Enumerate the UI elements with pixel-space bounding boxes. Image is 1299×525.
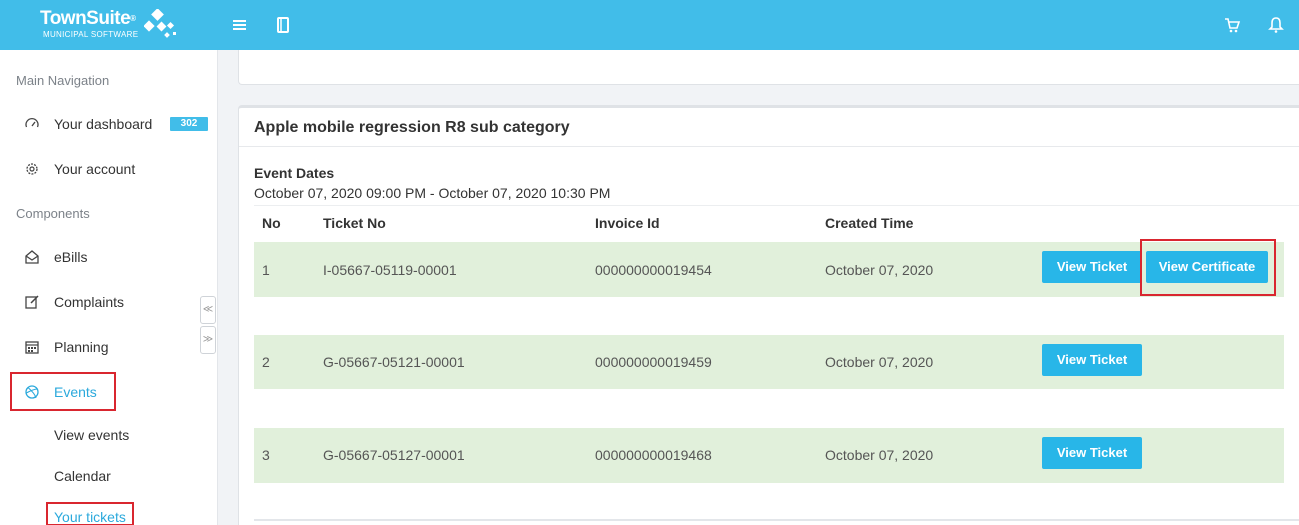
top-bar: TownSuite® MUNICIPAL SOFTWARE [0,0,1299,50]
sidebar-item-planning[interactable]: Planning [16,334,212,360]
sidebar: Main Navigation Your dashboard 302 Your … [0,50,218,525]
scroll-down-button[interactable]: ≫ [200,326,216,354]
column-header-ticket-no: Ticket No [323,215,386,231]
row-created-time: October 07, 2020 [825,262,934,278]
sidebar-item-label: Your account [54,161,136,177]
event-title: Apple mobile regression R8 sub category [254,119,570,136]
edit-icon [25,295,39,309]
dashboard-count-badge: 302 [170,117,208,131]
panel-divider [239,146,1299,147]
column-header-created-time: Created Time [825,215,914,231]
calendar-grid-icon [25,341,39,354]
row-no: 2 [262,354,270,370]
sidebar-subitem-calendar[interactable]: Calendar [54,468,111,484]
events-highlight-box [10,372,116,411]
sidebar-item-label: Planning [54,339,109,355]
sidebar-item-account[interactable]: Your account [16,156,212,182]
view-ticket-button[interactable]: View Ticket [1042,344,1142,376]
sidebar-item-ebills[interactable]: eBills [16,244,212,270]
components-header: Components [16,206,90,221]
next-row-edge [254,519,1299,521]
row-created-time: October 07, 2020 [825,447,934,463]
brand-registered-mark: ® [130,14,136,23]
book-icon[interactable] [272,14,294,36]
sidebar-item-complaints[interactable]: Complaints [16,289,212,315]
view-certificate-highlight-box [1140,239,1276,296]
previous-panel [238,50,1299,85]
townsuite-logo[interactable]: TownSuite® MUNICIPAL SOFTWARE [40,8,176,39]
sidebar-item-dashboard[interactable]: Your dashboard 302 [16,111,212,137]
event-dates-label: Event Dates [254,165,335,181]
column-header-invoice-id: Invoice Id [595,215,660,231]
your-tickets-highlight-box [46,502,134,525]
sidebar-subitem-view-events[interactable]: View events [54,427,129,443]
envelope-open-icon [25,250,39,264]
row-no: 1 [262,262,270,278]
view-ticket-button[interactable]: View Ticket [1042,437,1142,469]
row-invoice-id: 000000000019468 [595,447,712,463]
scroll-up-button[interactable]: ≪ [200,296,216,324]
bell-icon[interactable] [1265,14,1287,36]
logo-mark-icon [144,9,176,38]
sidebar-item-label: eBills [54,249,88,265]
row-invoice-id: 000000000019454 [595,262,712,278]
brand-name: TownSuite [40,8,131,29]
sidebar-item-label: Your dashboard [54,116,153,132]
cart-icon[interactable] [1221,14,1243,36]
column-header-no: No [262,215,281,231]
sidebar-item-label: Complaints [54,294,125,310]
brand-subtitle: MUNICIPAL SOFTWARE [43,30,139,39]
row-invoice-id: 000000000019459 [595,354,712,370]
row-no: 3 [262,447,270,463]
row-ticket-no: G-05667-05127-00001 [323,447,465,463]
view-ticket-button[interactable]: View Ticket [1042,251,1142,283]
menu-icon[interactable] [229,14,251,36]
gear-icon [26,163,38,175]
row-created-time: October 07, 2020 [825,354,934,370]
main-navigation-header: Main Navigation [16,73,110,88]
table-divider [254,205,1299,206]
event-dates-value: October 07, 2020 09:00 PM - October 07, … [254,185,611,201]
row-ticket-no: I-05667-05119-00001 [323,262,457,278]
row-ticket-no: G-05667-05121-00001 [323,354,465,370]
dashboard-gauge-icon [25,117,39,128]
